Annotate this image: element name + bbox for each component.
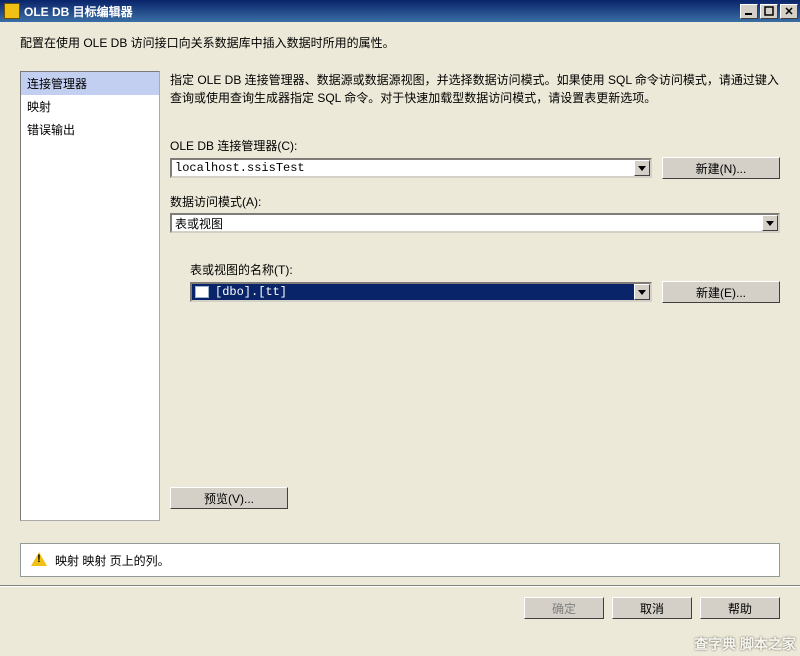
window-title: OLE DB 目标编辑器 (24, 3, 133, 20)
main-hint: 指定 OLE DB 连接管理器、数据源或数据源视图，并选择数据访问模式。如果使用… (170, 71, 780, 135)
maximize-button[interactable] (760, 4, 778, 19)
sidebar: 连接管理器 映射 错误输出 (20, 71, 160, 521)
table-name-value: [dbo].[tt] (215, 285, 634, 299)
chevron-down-icon[interactable] (634, 160, 650, 176)
status-panel: 映射 映射 页上的列。 (20, 543, 780, 577)
ok-button[interactable]: 确定 (524, 597, 604, 619)
help-button[interactable]: 帮助 (700, 597, 780, 619)
sidebar-item-mapping[interactable]: 映射 (21, 95, 159, 118)
preview-button[interactable]: 预览(V)... (170, 487, 288, 509)
cancel-button[interactable]: 取消 (612, 597, 692, 619)
sidebar-item-connection[interactable]: 连接管理器 (21, 72, 159, 95)
connection-value: localhost.ssisTest (175, 161, 634, 175)
watermark: 查字典 脚本之家 (694, 634, 796, 654)
close-button[interactable] (780, 4, 798, 19)
footer: 确定 取消 帮助 (0, 587, 800, 619)
new-connection-button[interactable]: 新建(N)... (662, 157, 780, 179)
status-text: 映射 映射 页上的列。 (55, 552, 170, 569)
table-name-label: 表或视图的名称(T): (190, 261, 780, 278)
dialog-description: 配置在使用 OLE DB 访问接口向关系数据库中插入数据时所用的属性。 (0, 22, 800, 71)
warning-icon (31, 552, 47, 568)
table-subblock: 表或视图的名称(T): [dbo].[tt] 新建(E)... (190, 259, 780, 315)
connection-label: OLE DB 连接管理器(C): (170, 137, 780, 154)
minimize-button[interactable] (740, 4, 758, 19)
connection-combo[interactable]: localhost.ssisTest (170, 158, 652, 178)
sidebar-item-error-output[interactable]: 错误输出 (21, 118, 159, 141)
new-table-button[interactable]: 新建(E)... (662, 281, 780, 303)
table-name-combo[interactable]: [dbo].[tt] (190, 282, 652, 302)
main-panel: 指定 OLE DB 连接管理器、数据源或数据源视图，并选择数据访问模式。如果使用… (170, 71, 780, 521)
access-mode-combo[interactable]: 表或视图 (170, 213, 780, 233)
content-columns: 连接管理器 映射 错误输出 指定 OLE DB 连接管理器、数据源或数据源视图，… (0, 71, 800, 521)
table-icon (195, 286, 209, 298)
access-mode-value: 表或视图 (175, 215, 762, 232)
titlebar: OLE DB 目标编辑器 (0, 0, 800, 22)
access-mode-label: 数据访问模式(A): (170, 193, 780, 210)
app-icon (4, 3, 20, 19)
chevron-down-icon[interactable] (762, 215, 778, 231)
chevron-down-icon[interactable] (634, 284, 650, 300)
preview-row: 预览(V)... (170, 477, 780, 509)
